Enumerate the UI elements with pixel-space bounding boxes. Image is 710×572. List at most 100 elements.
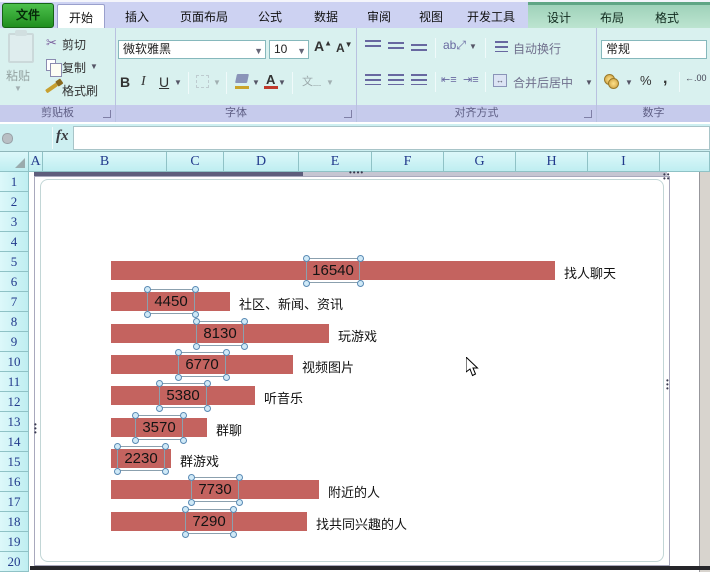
underline-button[interactable]: U [159, 74, 169, 90]
chart-top-right-handle[interactable]: •• •• [663, 171, 671, 183]
data-label-2[interactable]: 8130 [193, 318, 248, 350]
vertical-scrollbar[interactable] [699, 172, 710, 572]
format-painter-button[interactable]: 格式刷 [62, 82, 98, 99]
row-header-11[interactable]: 11 [0, 372, 29, 392]
data-label-handle[interactable] [236, 499, 243, 506]
tab-6[interactable]: 视图 [408, 4, 454, 30]
data-label-handle[interactable] [132, 412, 139, 419]
fill-color-dropdown-arrow[interactable]: ▼ [252, 78, 260, 87]
borders-icon[interactable] [196, 75, 209, 88]
row-header-6[interactable]: 6 [0, 272, 29, 292]
data-label-6[interactable]: 2230 [114, 443, 169, 475]
name-box[interactable] [2, 133, 13, 144]
wrap-text-button[interactable]: 自动换行 [513, 40, 561, 57]
tab-4[interactable]: 数据 [302, 4, 350, 30]
data-label-handle[interactable] [175, 374, 182, 381]
increase-indent-icon[interactable]: ⇥≡ [463, 73, 479, 86]
data-label-handle[interactable] [241, 318, 248, 325]
file-menu-button[interactable]: 文件 [2, 3, 54, 28]
align-left-icon[interactable] [365, 74, 381, 85]
row-header-17[interactable]: 17 [0, 492, 29, 512]
tab-5[interactable]: 审阅 [356, 4, 402, 30]
data-label-handle[interactable] [132, 437, 139, 444]
chart-mid-right-handle[interactable]: • • • [666, 377, 670, 393]
data-label-5[interactable]: 3570 [132, 412, 187, 444]
font-size-combo[interactable]: 10 ▼ [269, 40, 309, 59]
borders-dropdown-arrow[interactable]: ▼ [213, 78, 221, 87]
data-label-handle[interactable] [230, 531, 237, 538]
column-header-I[interactable]: I [588, 152, 660, 172]
data-label-handle[interactable] [303, 255, 310, 262]
data-label-handle[interactable] [144, 286, 151, 293]
data-label-handle[interactable] [182, 506, 189, 513]
data-label-handle[interactable] [192, 311, 199, 318]
number-format-combo[interactable]: 常规 [601, 40, 707, 59]
data-label-handle[interactable] [230, 506, 237, 513]
tab-7[interactable]: 开发工具 [458, 4, 524, 30]
alignment-dialog-launcher[interactable] [584, 110, 592, 118]
data-label-handle[interactable] [182, 531, 189, 538]
accounting-dropdown-arrow[interactable]: ▼ [625, 78, 633, 87]
data-label-handle[interactable] [188, 499, 195, 506]
column-header-B[interactable]: B [43, 152, 167, 172]
column-header-C[interactable]: C [167, 152, 224, 172]
tab-home[interactable]: 开始 [57, 4, 105, 30]
phonetic-dropdown-arrow[interactable]: ▼ [326, 78, 334, 87]
data-label-handle[interactable] [357, 255, 364, 262]
data-label-0[interactable]: 16540 [303, 255, 364, 287]
row-header-5[interactable]: 5 [0, 252, 29, 272]
row-header-19[interactable]: 19 [0, 532, 29, 552]
data-label-8[interactable]: 7290 [182, 506, 237, 538]
font-size-dropdown-arrow[interactable]: ▼ [297, 43, 306, 60]
insert-function-button[interactable]: fx [56, 128, 74, 148]
italic-button[interactable]: I [141, 74, 146, 90]
column-header-G[interactable]: G [444, 152, 516, 172]
data-label-handle[interactable] [192, 286, 199, 293]
row-header-3[interactable]: 3 [0, 212, 29, 232]
data-label-handle[interactable] [193, 318, 200, 325]
font-dialog-launcher[interactable] [344, 110, 352, 118]
phonetic-guide-button[interactable]: 文﹏ [302, 73, 321, 89]
column-header-H[interactable]: H [516, 152, 588, 172]
clipboard-dialog-launcher[interactable] [103, 110, 111, 118]
formula-input[interactable] [73, 126, 710, 150]
chart-top-center-handle[interactable]: •••• [349, 169, 364, 177]
row-header-4[interactable]: 4 [0, 232, 29, 252]
data-label-handle[interactable] [156, 380, 163, 387]
data-label-handle[interactable] [204, 380, 211, 387]
chart-selection-bottom-edge[interactable] [30, 566, 710, 570]
row-header-12[interactable]: 12 [0, 392, 29, 412]
data-label-4[interactable]: 5380 [156, 380, 211, 412]
merge-center-dropdown-arrow[interactable]: ▼ [585, 78, 593, 87]
data-label-handle[interactable] [114, 468, 121, 475]
shrink-font-button[interactable]: A▼ [336, 40, 353, 55]
underline-dropdown-arrow[interactable]: ▼ [174, 78, 182, 87]
contextual-tab-0[interactable]: 设计 [534, 6, 584, 30]
font-name-dropdown-arrow[interactable]: ▼ [254, 43, 263, 60]
chart-selection-top-edge[interactable] [34, 172, 303, 176]
copy-button[interactable]: 复制 [62, 59, 86, 76]
row-header-14[interactable]: 14 [0, 432, 29, 452]
data-label-handle[interactable] [114, 443, 121, 450]
increase-decimal-button[interactable]: ←.00 [685, 73, 707, 83]
chart-mid-left-handle[interactable]: • • • [34, 421, 38, 437]
data-label-handle[interactable] [193, 343, 200, 350]
paste-dropdown-arrow[interactable]: ▼ [14, 84, 22, 93]
data-label-7[interactable]: 7730 [188, 474, 243, 506]
merge-center-button[interactable]: 合并后居中 [513, 74, 573, 91]
row-header-1[interactable]: 1 [0, 172, 29, 192]
column-header-F[interactable]: F [372, 152, 444, 172]
align-right-icon[interactable] [411, 74, 427, 85]
row-header-8[interactable]: 8 [0, 312, 29, 332]
data-label-handle[interactable] [357, 280, 364, 287]
contextual-tab-2[interactable]: 格式 [644, 6, 690, 30]
data-label-handle[interactable] [236, 474, 243, 481]
grow-font-button[interactable]: A▲ [314, 38, 332, 54]
row-header-15[interactable]: 15 [0, 452, 29, 472]
contextual-tab-1[interactable]: 布局 [590, 6, 634, 30]
orientation-dropdown-arrow[interactable]: ▼ [469, 42, 477, 51]
cut-button[interactable]: 剪切 [62, 36, 86, 53]
data-label-handle[interactable] [180, 412, 187, 419]
data-label-3[interactable]: 6770 [175, 349, 230, 381]
data-label-handle[interactable] [144, 311, 151, 318]
